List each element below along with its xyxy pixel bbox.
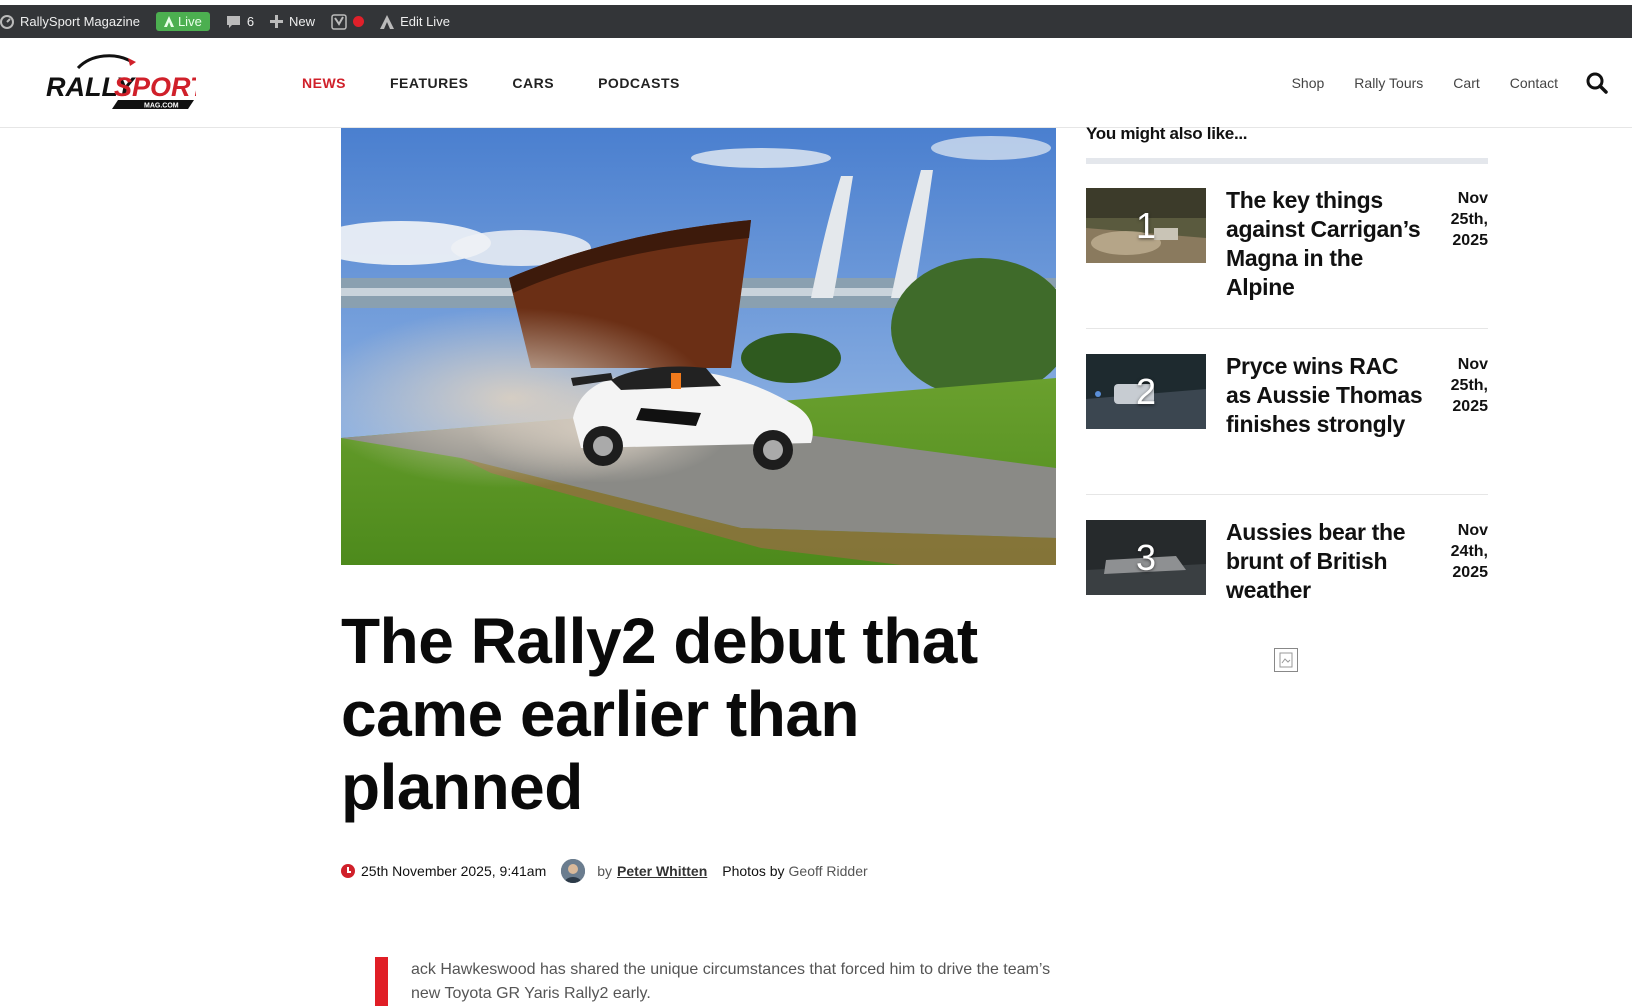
author-avatar[interactable] [561,859,586,883]
related-thumbnail[interactable]: 2 [1086,354,1206,429]
edit-live-triangle-icon [380,14,395,29]
live-badge[interactable]: Live [155,12,210,31]
sidebar-heading-rule [1086,158,1488,164]
photos-label: Photos by [722,863,785,879]
seo-status-dot [353,16,365,27]
admin-live-menu[interactable]: Live [148,5,218,38]
related-title[interactable]: Aussies bear the brunt of British weathe… [1226,518,1426,605]
nav-shop[interactable]: Shop [1292,75,1325,91]
sidebar-heading: You might also like... [1086,124,1248,143]
logo-subtext: MAG.COM [144,103,179,110]
sidebar-divider [1086,494,1488,495]
clock-icon [341,864,355,878]
plus-icon [270,15,284,28]
live-label: Live [177,14,202,29]
seo-y-icon [331,13,347,30]
nav-contact[interactable]: Contact [1510,75,1558,91]
nav-features[interactable]: FEATURES [390,75,468,91]
admin-site-name: RallySport Magazine [20,14,140,29]
search-icon[interactable] [1586,72,1608,94]
comment-bubble-icon [226,15,240,28]
article-date: 25th November 2025, 9:41am [361,863,547,879]
by-label: by [597,863,613,879]
related-date: Nov 25th, 2025 [1450,356,1488,415]
related-thumbnail[interactable]: 1 [1086,188,1206,263]
admin-new-menu[interactable]: New [262,5,323,38]
main-nav: NEWS FEATURES CARS PODCASTS [302,38,680,128]
site-logo[interactable]: RALLY SPORT MAG.COM [46,52,209,110]
admin-bar: RallySport Magazine Live 6 New Edit Live [0,5,1632,38]
utility-nav: Shop Rally Tours Cart Contact [1292,38,1558,128]
related-title[interactable]: The key things against Carrigan’s Magna … [1226,186,1426,302]
admin-site-menu[interactable]: RallySport Magazine [0,5,148,38]
dashboard-gauge-icon [0,14,14,29]
nav-podcasts[interactable]: PODCASTS [598,75,680,91]
comments-count: 6 [246,14,255,29]
article-intro: ack Hawkeswood has shared the unique cir… [411,961,1051,1002]
rallysport-logo-graphic: RALLY SPORT MAG.COM [46,54,209,110]
nav-cart[interactable]: Cart [1453,75,1479,91]
sidebar-divider [1086,328,1488,329]
nav-news[interactable]: NEWS [302,75,346,91]
related-date: Nov 24th, 2025 [1450,522,1488,581]
article-title: The Rally2 debut that came earlier than … [341,605,978,823]
related-number: 1 [1135,204,1157,246]
related-sidebar: You might also like... 1 The key things … [1086,124,1488,603]
related-title[interactable]: Pryce wins RAC as Aussie Thomas finishes… [1226,352,1426,439]
article-meta: 25th November 2025, 9:41am by Peter Whit… [341,858,868,884]
author-link[interactable]: Peter Whitten [617,863,707,879]
nav-rally-tours[interactable]: Rally Tours [1354,75,1423,91]
article-hero-image [341,128,1056,565]
broken-ad-image-icon [1274,648,1298,672]
related-item[interactable]: 2 Pryce wins RAC as Aussie Thomas finish… [1086,352,1488,520]
admin-edit-live[interactable]: Edit Live [372,5,458,38]
site-header: RALLY SPORT MAG.COM NEWS FEATURES CARS P… [0,38,1632,128]
live-triangle-icon [163,16,174,27]
new-label: New [289,14,316,29]
author-avatar-image [561,859,586,883]
admin-comments[interactable]: 6 [218,5,262,38]
photographer-name: Geoff Ridder [788,863,868,879]
admin-seo-menu[interactable] [323,5,372,38]
edit-live-label: Edit Live [400,14,450,29]
nav-cars[interactable]: CARS [512,75,554,91]
rally-car-photo [341,128,1056,565]
related-thumbnail[interactable]: 3 [1086,520,1206,595]
related-date: Nov 25th, 2025 [1450,190,1488,249]
related-number: 3 [1135,536,1157,578]
related-number: 2 [1135,370,1157,412]
drop-cap-bar [375,957,388,1006]
related-item[interactable]: 1 The key things against Carrigan’s Magn… [1086,186,1488,354]
logo-sport-text: SPORT [114,72,196,102]
